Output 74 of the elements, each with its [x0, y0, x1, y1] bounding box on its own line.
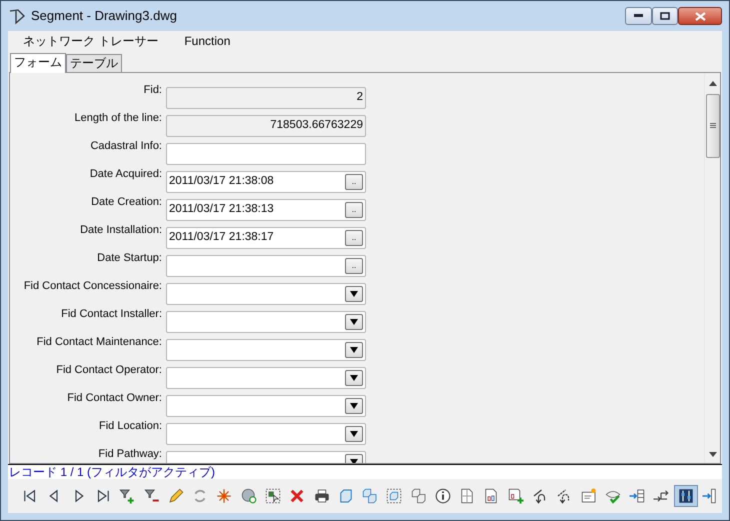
menu-item[interactable]: ネットワーク トレーサー — [23, 32, 158, 50]
date-picker-button[interactable]: .. — [345, 202, 363, 218]
dropdown-arrow-icon — [350, 402, 358, 409]
text-field[interactable] — [166, 142, 366, 165]
field-label: Fid: — [142, 84, 163, 98]
field-label: Fid Pathway: — [97, 448, 163, 462]
dropdown-button[interactable] — [345, 398, 363, 414]
readonly-field: 718503.66763229 — [166, 114, 366, 137]
app-icon — [8, 7, 26, 25]
filter-add-icon — [118, 487, 136, 506]
dropdown-button[interactable] — [345, 286, 363, 302]
scrollbar[interactable] — [704, 72, 720, 464]
date-field[interactable]: 2011/03/17 21:38:13 .. — [166, 198, 366, 221]
dropdown-field[interactable] — [166, 394, 366, 417]
maximize-icon — [660, 12, 670, 20]
minimize-icon — [634, 14, 643, 18]
select-area-icon — [264, 487, 282, 506]
cubes-icon — [361, 487, 380, 506]
record-status: レコード 1 / 1 (フィルタがアクティブ) — [8, 464, 722, 480]
field-label: Fid Contact Owner: — [66, 392, 163, 406]
scroll-up-icon[interactable] — [708, 80, 716, 86]
date-picker-button[interactable]: .. — [345, 174, 363, 190]
dropdown-button[interactable] — [345, 426, 363, 442]
tab[interactable]: テーブル — [66, 54, 122, 72]
field-label: Fid Contact Installer: — [60, 308, 163, 322]
dropdown-field[interactable] — [166, 310, 366, 333]
dropdown-button[interactable] — [345, 342, 363, 358]
maximize-button[interactable] — [652, 7, 678, 25]
field-label: Date Creation: — [90, 196, 163, 210]
dropdown-arrow-icon — [350, 290, 358, 297]
dropdown-field[interactable] — [166, 338, 366, 361]
info-icon — [434, 487, 452, 506]
field-label: Date Acquired: — [88, 168, 163, 182]
close-button[interactable] — [678, 7, 722, 25]
window-title: Segment - Drawing3.dwg — [31, 7, 177, 26]
scroll-down-icon[interactable] — [708, 452, 716, 458]
dropdown-arrow-icon — [350, 458, 358, 464]
dropdown-field[interactable] — [166, 366, 366, 389]
dropdown-arrow-icon — [350, 430, 358, 437]
report-add-icon — [506, 487, 525, 506]
dropdown-button[interactable] — [345, 370, 363, 386]
minimize-button[interactable] — [625, 7, 652, 25]
date-field[interactable]: 2011/03/17 21:38:08 .. — [166, 170, 366, 193]
arrow-table-icon — [628, 487, 646, 506]
dashed-cube-icon — [385, 487, 404, 506]
field-label: Cadastral Info: — [89, 140, 163, 154]
field-label: Fid Contact Operator: — [55, 364, 163, 378]
printer-icon — [312, 487, 331, 506]
close-icon — [694, 12, 706, 20]
field-label: Fid Contact Maintenance: — [36, 336, 163, 350]
field-label: Fid Location: — [98, 420, 163, 434]
date-picker-button[interactable]: .. — [345, 258, 363, 274]
field-label: Length of the line: — [74, 112, 163, 126]
dropdown-arrow-icon — [350, 346, 358, 353]
dropdown-field[interactable] — [166, 422, 366, 445]
scroll-thumb[interactable] — [706, 94, 720, 158]
dropdown-arrow-icon — [350, 318, 358, 325]
tab[interactable]: フォーム — [10, 52, 66, 73]
sliders-icon — [676, 487, 695, 506]
readonly-field: 2 — [166, 86, 366, 109]
date-picker-button[interactable]: .. — [345, 230, 363, 246]
pencil-icon — [166, 487, 185, 506]
dropdown-arrow-icon — [350, 374, 358, 381]
menu-item[interactable]: Function — [184, 32, 230, 50]
date-field[interactable]: .. — [166, 254, 366, 277]
sparkle-icon — [215, 487, 234, 506]
field-label: Date Installation: — [79, 224, 163, 238]
dropdown-field[interactable] — [166, 282, 366, 305]
dropdown-button[interactable] — [345, 314, 363, 330]
date-field[interactable]: 2011/03/17 21:38:17 .. — [166, 226, 366, 249]
cubes-icon — [410, 487, 428, 506]
field-label: Date Startup: — [96, 252, 163, 266]
field-label: Fid Contact Concessionaire: — [22, 280, 163, 294]
toolbar-button[interactable] — [674, 485, 698, 508]
